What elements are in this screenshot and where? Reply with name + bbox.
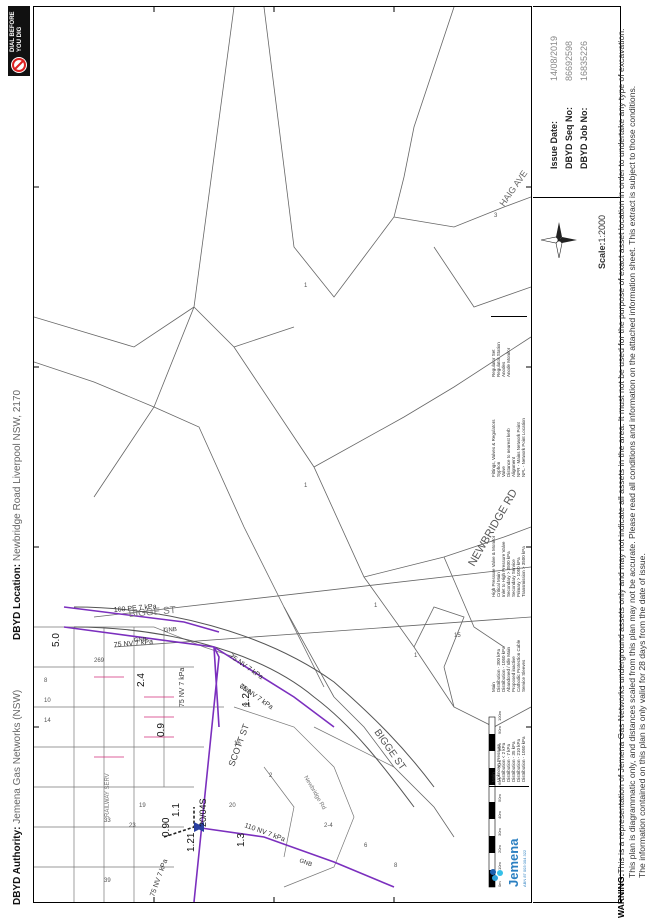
- lot-19: 19: [139, 803, 146, 809]
- badge-line1: DIAL BEFORE: [10, 11, 16, 52]
- issue-info: Issue Date: 14/08/2019 DBYD Seq No: 866925…: [547, 19, 592, 169]
- legend: Jemena ABN 87 003 004 322 Main Unknown P…: [489, 17, 529, 897]
- pipe-label-6: 110 NV 7 kPa: [243, 822, 286, 843]
- jemena-wordmark: Jemena: [506, 838, 521, 887]
- lot-269: 269: [94, 658, 105, 664]
- issue-date-value: 14/08/2019: [549, 35, 559, 81]
- issue-date-label: Issue Date:: [549, 120, 559, 169]
- legend-group-5: Regulator Set Regulator Station Anodes A…: [491, 316, 527, 377]
- pipe-label-3: 75 NV 7 kPa: [228, 653, 264, 681]
- lot-2-4: 2-4: [324, 823, 333, 829]
- lot-33: 33: [104, 818, 111, 824]
- street-newbridge-rd-small: Newbridge Rd: [302, 775, 326, 811]
- jemena-abn: ABN 87 003 004 322: [522, 849, 527, 887]
- lot-10: 10: [44, 698, 51, 704]
- pipe-label-4: 75 NV 7 kPa: [179, 668, 186, 707]
- warning-line2: This plan is diagrammatic only, and dist…: [626, 85, 637, 878]
- depth-5-0: 5.0: [51, 633, 62, 647]
- lot-20: 20: [229, 803, 236, 809]
- legend-group-4: Fittings, Valves & Regulators Syphon Val…: [491, 387, 526, 477]
- legend-group-1: Main Unknown Pressure Distribution < 2 k…: [491, 702, 526, 782]
- seq-no-label: DBYD Seq No:: [564, 106, 574, 169]
- lot-1c: 1: [414, 653, 418, 659]
- lot-6: 6: [364, 843, 368, 849]
- legend-item-npl: NPL - Network Point Location: [521, 418, 526, 477]
- bend-3: GNB: [298, 858, 312, 868]
- dial-before-you-dig-badge: DIAL BEFORE YOU DIG: [8, 6, 30, 76]
- location-line: DBYD Location: Newbridge Road Liverpool …: [12, 390, 23, 640]
- lot-23: 23: [129, 823, 136, 829]
- lower-left-lots: [34, 626, 395, 902]
- lot-8: 8: [44, 678, 48, 684]
- seq-no-value: 86692598: [564, 40, 574, 81]
- frame-ticks: [34, 7, 531, 902]
- depth-1-3: 1.3: [236, 833, 247, 847]
- lot-14: 14: [44, 718, 51, 724]
- map-area: HAIG AVE NEWBRIDGE RD BIGGE ST BIGGE ST …: [33, 6, 532, 903]
- cadastral-map[interactable]: HAIG AVE NEWBRIDGE RD BIGGE ST BIGGE ST …: [33, 6, 532, 903]
- legend-group-2: Main Distribution - 300 kPa Distribution…: [491, 607, 526, 692]
- warning-block: WARNING:This is a representation of Jeme…: [616, 6, 648, 918]
- street-railway-serv: RAILWAY SERV: [105, 773, 111, 817]
- legend-item-1050kpa: Distribution - 1050 kPa: [521, 736, 526, 782]
- warning-text1: This is a representation of Jemena Gas N…: [616, 28, 626, 874]
- bend-4: GNB: [164, 627, 177, 634]
- legend-logo-section: Jemena ABN 87 003 004 322: [489, 786, 529, 897]
- authority-label: DBYD Authority:: [12, 826, 23, 905]
- lot-39: 39: [104, 878, 111, 884]
- job-no-row: DBYD Job No: 16835226: [577, 19, 592, 169]
- depth-0-9: 0.9: [156, 723, 167, 737]
- warning-line1: WARNING:This is a representation of Jeme…: [616, 6, 627, 918]
- depth-1-2: 1.2: [241, 693, 252, 707]
- warning-line3: The information contained on this plan i…: [637, 553, 647, 878]
- scale-text: Scale:1:2000: [597, 215, 607, 269]
- bend-1: GNB: [134, 637, 147, 644]
- lot-15: 15: [454, 633, 461, 639]
- jemena-logo-icon: [490, 869, 503, 881]
- seq-no-row: DBYD Seq No: 86692598: [562, 19, 577, 169]
- lot-1d: 1: [304, 283, 308, 289]
- scale-value: 1:2000: [597, 214, 607, 243]
- legend-item-anode-monitor: Anode Monitor: [506, 347, 511, 377]
- point-label: 20/04S: [198, 798, 208, 827]
- lot-numbers: 3 1 1 1 15 269 14 10 8 16 20 21 2 2-4 19…: [44, 213, 498, 884]
- pipe-label-7: 75 NV 7 kPa: [149, 858, 169, 897]
- badge-line2: YOU DIG: [17, 26, 23, 52]
- location-value: Newbridge Road Liverpool NSW, 2170: [12, 389, 23, 562]
- legend-item-sleeves: Service Sleeves: [521, 659, 526, 692]
- panel-divider: [533, 197, 620, 198]
- badge-text: DIAL BEFORE YOU DIG: [10, 11, 24, 52]
- depth-labels: 5.0 2.4 0.9 1.2 1.1 0.90 1.3 1.21: [51, 633, 252, 852]
- property-boundaries: [33, 6, 532, 838]
- lot-1a: 1: [304, 483, 308, 489]
- title-block: Scale:1:2000 Issue Date: 14/08/2019 DBYD …: [533, 6, 621, 903]
- authority-value: Jemena Gas Networks (NSW): [12, 689, 23, 824]
- warning-label: WARNING:: [616, 873, 626, 918]
- legend-item-transmission: Transmission > 3500 kPa: [521, 546, 526, 597]
- depth-1-1: 1.1: [171, 803, 182, 817]
- job-no-value: 16835226: [579, 40, 589, 81]
- lot-8b: 8: [394, 863, 398, 869]
- depth-2-4: 2.4: [136, 673, 147, 687]
- issue-date-row: Issue Date: 14/08/2019: [547, 19, 562, 169]
- lot-16: 16: [234, 741, 241, 747]
- legend-group-3: High Pressure Valve & Monitor Critical M…: [491, 487, 526, 597]
- north-arrow-icon: [540, 222, 577, 259]
- authority-line: DBYD Authority: Jemena Gas Networks (NSW…: [12, 690, 23, 905]
- lot-1b: 1: [374, 603, 378, 609]
- depth-1-21: 1.21: [186, 832, 197, 852]
- map-sheet: DBYD Authority: Jemena Gas Networks (NSW…: [0, 0, 653, 923]
- depth-0-90: 0.90: [161, 817, 172, 837]
- job-no-label: DBYD Job No:: [579, 107, 589, 170]
- scale-label: Scale:: [597, 242, 607, 269]
- location-label: DBYD Location:: [12, 563, 23, 640]
